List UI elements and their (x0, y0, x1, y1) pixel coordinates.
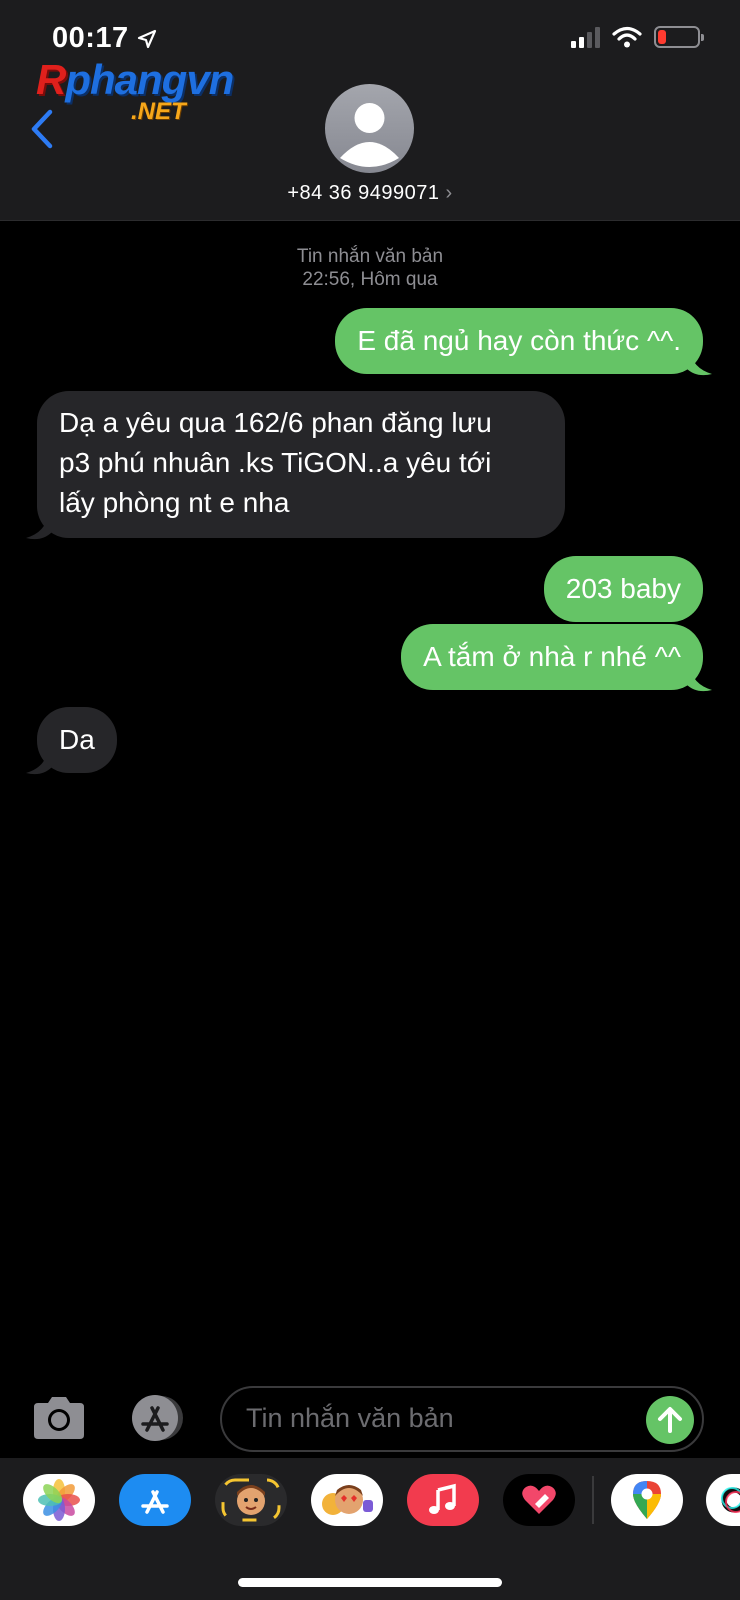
cellular-signal-icon (571, 26, 600, 48)
app-drawer-divider (592, 1476, 594, 1524)
outgoing-message-bubble[interactable]: A tắm ở nhà r nhé ^^ (401, 624, 703, 690)
app-store-icon (141, 1490, 169, 1514)
message-text-line: p3 phú nhuân .ks TiGON..a yêu tới (59, 447, 492, 478)
contact-avatar[interactable] (325, 84, 414, 173)
incoming-message-bubble[interactable]: Dạ a yêu qua 162/6 phan đăng lưu p3 phú … (37, 391, 565, 538)
contact-number-text: +84 36 9499071 (287, 182, 440, 204)
partial-app-icon[interactable] (706, 1474, 740, 1526)
camera-icon (34, 1397, 84, 1439)
back-button[interactable] (28, 108, 58, 150)
music-icon (429, 1483, 456, 1514)
arrow-up-icon (658, 1407, 682, 1433)
contact-number[interactable]: +84 36 9499071 › (0, 182, 740, 205)
message-text-line: lấy phòng nt e nha (59, 487, 290, 518)
heart-icon (522, 1485, 556, 1514)
memoji-icon (221, 1478, 281, 1522)
tiktok-partial-icon (721, 1487, 740, 1513)
music-app-icon[interactable] (407, 1474, 479, 1526)
photos-icon (38, 1479, 80, 1521)
home-indicator[interactable] (238, 1578, 502, 1587)
outgoing-message-bubble[interactable]: E đã ngủ hay còn thức ^^. (335, 308, 703, 374)
message-text: A tắm ở nhà r nhé ^^ (423, 641, 681, 672)
chevron-right-icon: › (445, 182, 453, 204)
photos-app-icon[interactable] (23, 1474, 95, 1526)
message-service-label: Tin nhắn văn bản (296, 246, 444, 267)
send-button[interactable] (646, 1396, 694, 1444)
clock-text: 00:17 (52, 22, 129, 54)
message-text: E đã ngủ hay còn thức ^^. (357, 325, 681, 356)
bubble-tail (686, 666, 712, 692)
message-timestamp: 22:56, Hôm qua (302, 269, 438, 290)
bubble-tail (686, 350, 712, 376)
bubble-tail (26, 514, 52, 540)
bubble-tail (26, 749, 52, 775)
location-arrow-icon (137, 29, 156, 48)
watermark-logo: Rphangvn .NET (36, 56, 234, 126)
status-bar-indicators (571, 26, 704, 48)
digital-touch-app-icon[interactable] (503, 1474, 575, 1526)
person-silhouette-icon (340, 103, 399, 167)
outgoing-message-bubble[interactable]: 203 baby (543, 556, 703, 622)
camera-button[interactable] (30, 1395, 88, 1441)
app-store-icon (132, 1395, 183, 1441)
battery-icon (654, 26, 704, 48)
map-pin-icon (633, 1481, 661, 1519)
message-input-placeholder: Tin nhắn văn bản (246, 1403, 454, 1433)
chevron-left-icon (31, 109, 53, 149)
animoji-icon (322, 1485, 373, 1515)
message-text: 203 baby (565, 573, 681, 604)
memoji-app-icon[interactable] (215, 1474, 287, 1526)
animoji-app-icon[interactable] (311, 1474, 383, 1526)
message-input[interactable]: Tin nhắn văn bản (220, 1386, 704, 1452)
message-text: Da (59, 724, 95, 755)
app-store-apps-button[interactable] (125, 1394, 189, 1442)
conversation-header: 00:17 Rphangvn .NET +84 36 9499071 › (0, 0, 740, 221)
app-store-app-icon[interactable] (119, 1474, 191, 1526)
wifi-icon (612, 26, 642, 48)
message-text-line: Dạ a yêu qua 162/6 phan đăng lưu (59, 407, 492, 438)
status-bar-time: 00:17 (52, 22, 157, 55)
maps-app-icon[interactable] (611, 1474, 683, 1526)
imessage-app-drawer (0, 1458, 740, 1600)
